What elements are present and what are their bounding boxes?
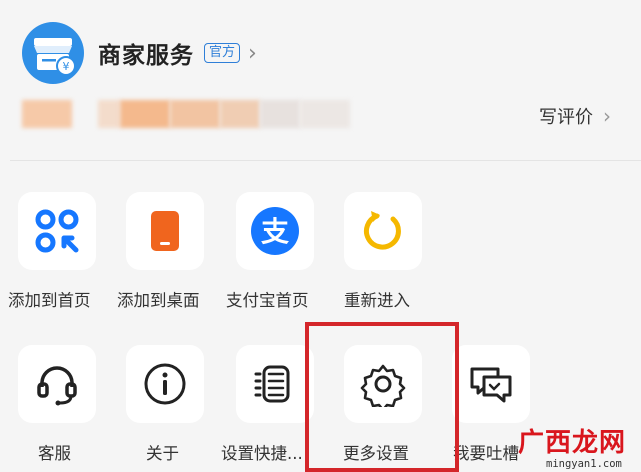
add-to-desktop-label: 添加到桌面 xyxy=(117,291,200,310)
feedback-label: 我要吐槽 xyxy=(453,444,519,463)
add-to-home-label: 添加到首页 xyxy=(8,291,91,310)
alipay-home-label: 支付宝首页 xyxy=(226,291,309,310)
official-badge: 官方 xyxy=(204,43,241,63)
shortcut-settings-button[interactable] xyxy=(236,345,314,423)
feedback-button[interactable] xyxy=(452,345,530,423)
review-label: 写评价 xyxy=(539,107,593,128)
feedback-icon xyxy=(470,367,512,403)
phone-desktop-icon xyxy=(151,211,179,251)
shortcut-settings-label: 设置快捷... xyxy=(221,444,303,463)
about-label: 关于 xyxy=(146,444,179,463)
chevron-right-icon: › xyxy=(248,40,257,66)
svg-text:¥: ¥ xyxy=(63,60,70,73)
info-icon xyxy=(144,363,186,405)
watermark-text: 广西龙网 xyxy=(518,428,627,458)
merchant-logo[interactable]: ¥ xyxy=(22,22,84,84)
alipay-home-button[interactable]: 支 xyxy=(236,192,314,270)
store-icon: ¥ xyxy=(34,38,76,76)
customer-service-label: 客服 xyxy=(38,444,71,463)
headset-icon xyxy=(37,366,77,406)
list-icon xyxy=(254,365,290,403)
refresh-icon xyxy=(363,211,401,250)
add-to-home-button[interactable] xyxy=(18,192,96,270)
write-review-link[interactable]: 写评价 › xyxy=(539,103,611,129)
watermark-url: mingyan1.com xyxy=(546,458,622,470)
customer-service-button[interactable] xyxy=(18,345,96,423)
re-enter-label: 重新进入 xyxy=(344,291,410,310)
about-button[interactable] xyxy=(126,345,204,423)
alipay-icon: 支 xyxy=(251,207,299,255)
chevron-right-icon: › xyxy=(603,104,611,128)
re-enter-button[interactable] xyxy=(344,192,422,270)
add-to-desktop-button[interactable] xyxy=(126,192,204,270)
merchant-title-row[interactable]: 商家服务 官方 › xyxy=(98,33,257,73)
qr-scan-icon xyxy=(35,209,79,253)
watermark: 广西龙网 mingyan1.com xyxy=(518,422,627,470)
svg-text:支: 支 xyxy=(261,215,289,248)
divider xyxy=(10,160,641,161)
highlight-annotation-box xyxy=(305,322,459,472)
page-title: 商家服务 xyxy=(98,43,194,69)
merchant-header: ¥ 商家服务 官方 › 写评价 › xyxy=(0,0,641,161)
